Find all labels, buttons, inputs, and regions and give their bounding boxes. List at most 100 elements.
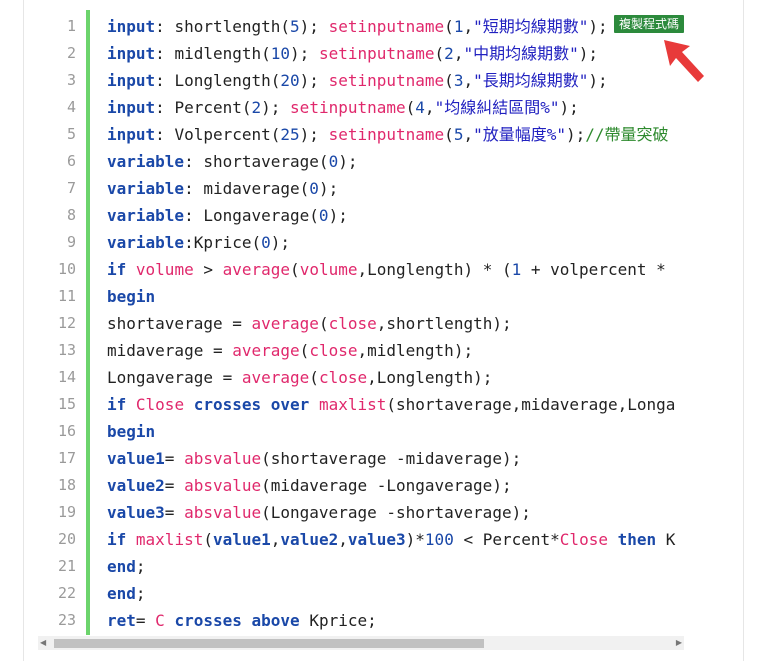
line-number: 2	[66, 44, 76, 62]
code-token: );	[318, 179, 339, 198]
code-token: =	[164, 503, 185, 522]
code-token: value2	[280, 530, 339, 549]
code-token: ,	[270, 530, 281, 549]
line-number: 12	[57, 314, 76, 332]
code-line: variable:Kprice(0);	[107, 229, 290, 256]
code-line: midaverage = average(close,midlength);	[107, 337, 473, 364]
code-token: setinputname	[328, 17, 445, 36]
code-line: if maxlist(value1,value2,value3)*100 < P…	[107, 526, 675, 553]
code-token: + volpercent *	[521, 260, 676, 279]
code-token: :Kprice(	[184, 233, 262, 252]
code-token: : shortlength(	[155, 17, 291, 36]
code-token: value3	[107, 503, 165, 522]
horizontal-scrollbar[interactable]: ◀ ▶	[38, 636, 684, 650]
code-token: 25	[280, 125, 300, 144]
code-token: C	[155, 611, 165, 630]
code-token: );	[299, 17, 329, 36]
code-token: close	[318, 368, 368, 387]
code-line: value2= absvalue(midaverage -Longaverage…	[107, 472, 512, 499]
line-number: 9	[66, 233, 76, 251]
line-number: 22	[57, 584, 76, 602]
scrollbar-thumb[interactable]	[54, 639, 484, 648]
code-token: 1	[453, 17, 464, 36]
code-token: value1	[107, 449, 165, 468]
line-number: 16	[57, 422, 76, 440]
code-token: setinputname	[328, 125, 445, 144]
code-token: )*	[405, 530, 425, 549]
code-area[interactable]: input: shortlength(5); setinputname(1,"短…	[107, 10, 684, 635]
code-token: ,	[453, 44, 464, 63]
code-token: close	[328, 314, 377, 333]
code-token: (	[444, 71, 454, 90]
code-token: crosses above	[174, 611, 300, 630]
code-token: );	[270, 233, 291, 252]
code-token: "均線糾結區間%"	[434, 98, 560, 117]
code-line: input: Volpercent(25); setinputname(5,"放…	[107, 121, 669, 148]
code-line: value1= absvalue(shortaverage -midaverag…	[107, 445, 521, 472]
code-token: (shortaverage -midaverage);	[261, 449, 522, 468]
copy-code-button[interactable]: 複製程式碼	[614, 15, 684, 33]
code-line: begin	[107, 283, 155, 310]
code-token: ,Longlength);	[367, 368, 493, 387]
line-number: 23	[57, 611, 76, 629]
code-token: : Longlength(	[155, 71, 281, 90]
code-token: );	[588, 71, 608, 90]
code-token: input	[107, 71, 156, 90]
code-token: : shortaverage(	[184, 152, 329, 171]
code-token: );	[338, 152, 358, 171]
code-token: 2	[444, 44, 454, 63]
code-token: //帶量突破	[585, 125, 669, 144]
code-token: ;	[135, 584, 146, 603]
line-number: 8	[66, 206, 76, 224]
code-token: 100	[424, 530, 454, 549]
code-token: );	[299, 71, 329, 90]
code-token: begin	[107, 287, 156, 306]
code-token: (Longaverage -shortaverage);	[261, 503, 531, 522]
code-token: average	[251, 314, 319, 333]
code-line: begin	[107, 418, 155, 445]
code-token: 3	[453, 71, 464, 90]
code-token: : midaverage(	[184, 179, 310, 198]
code-token: 4	[415, 98, 425, 117]
code-token: input	[107, 125, 156, 144]
code-token: 20	[280, 71, 300, 90]
code-token: absvalue	[184, 449, 262, 468]
code-token: );	[261, 98, 291, 117]
code-token: value1	[212, 530, 271, 549]
code-token: (midaverage -Longaverage);	[261, 476, 512, 495]
code-token: if	[107, 395, 127, 414]
code-token: maxlist	[135, 530, 204, 549]
line-number: 11	[57, 287, 76, 305]
code-line: if Close crosses over maxlist(shortavera…	[107, 391, 675, 418]
scroll-left-arrow-icon[interactable]: ◀	[40, 639, 48, 647]
code-token: variable	[107, 179, 185, 198]
code-line: if volume > average(volume,Longlength) *…	[107, 256, 675, 283]
code-line: end;	[107, 580, 146, 607]
code-token: );	[328, 206, 348, 225]
code-token: (	[299, 341, 310, 360]
code-line: Longaverage = average(close,Longlength);	[107, 364, 492, 391]
code-token: : Longaverage(	[184, 206, 319, 225]
code-token: setinputname	[328, 71, 445, 90]
line-number: 19	[57, 503, 76, 521]
code-token: shortaverage =	[107, 314, 252, 333]
code-token: (	[434, 44, 445, 63]
scroll-right-arrow-icon[interactable]: ▶	[674, 639, 682, 647]
code-token: (	[318, 314, 329, 333]
code-token: close	[309, 341, 358, 360]
code-token: variable	[107, 233, 185, 252]
line-number: 15	[57, 395, 76, 413]
code-token: ret	[107, 611, 136, 630]
code-token: =	[135, 611, 156, 630]
code-line: value3= absvalue(Longaverage -shortavera…	[107, 499, 531, 526]
line-number: 21	[57, 557, 76, 575]
code-token: "中期均線期數"	[463, 44, 579, 63]
code-token: setinputname	[318, 44, 435, 63]
line-number: 7	[66, 179, 76, 197]
code-token: ,	[424, 98, 435, 117]
code-token: "放量幅度%"	[473, 125, 566, 144]
